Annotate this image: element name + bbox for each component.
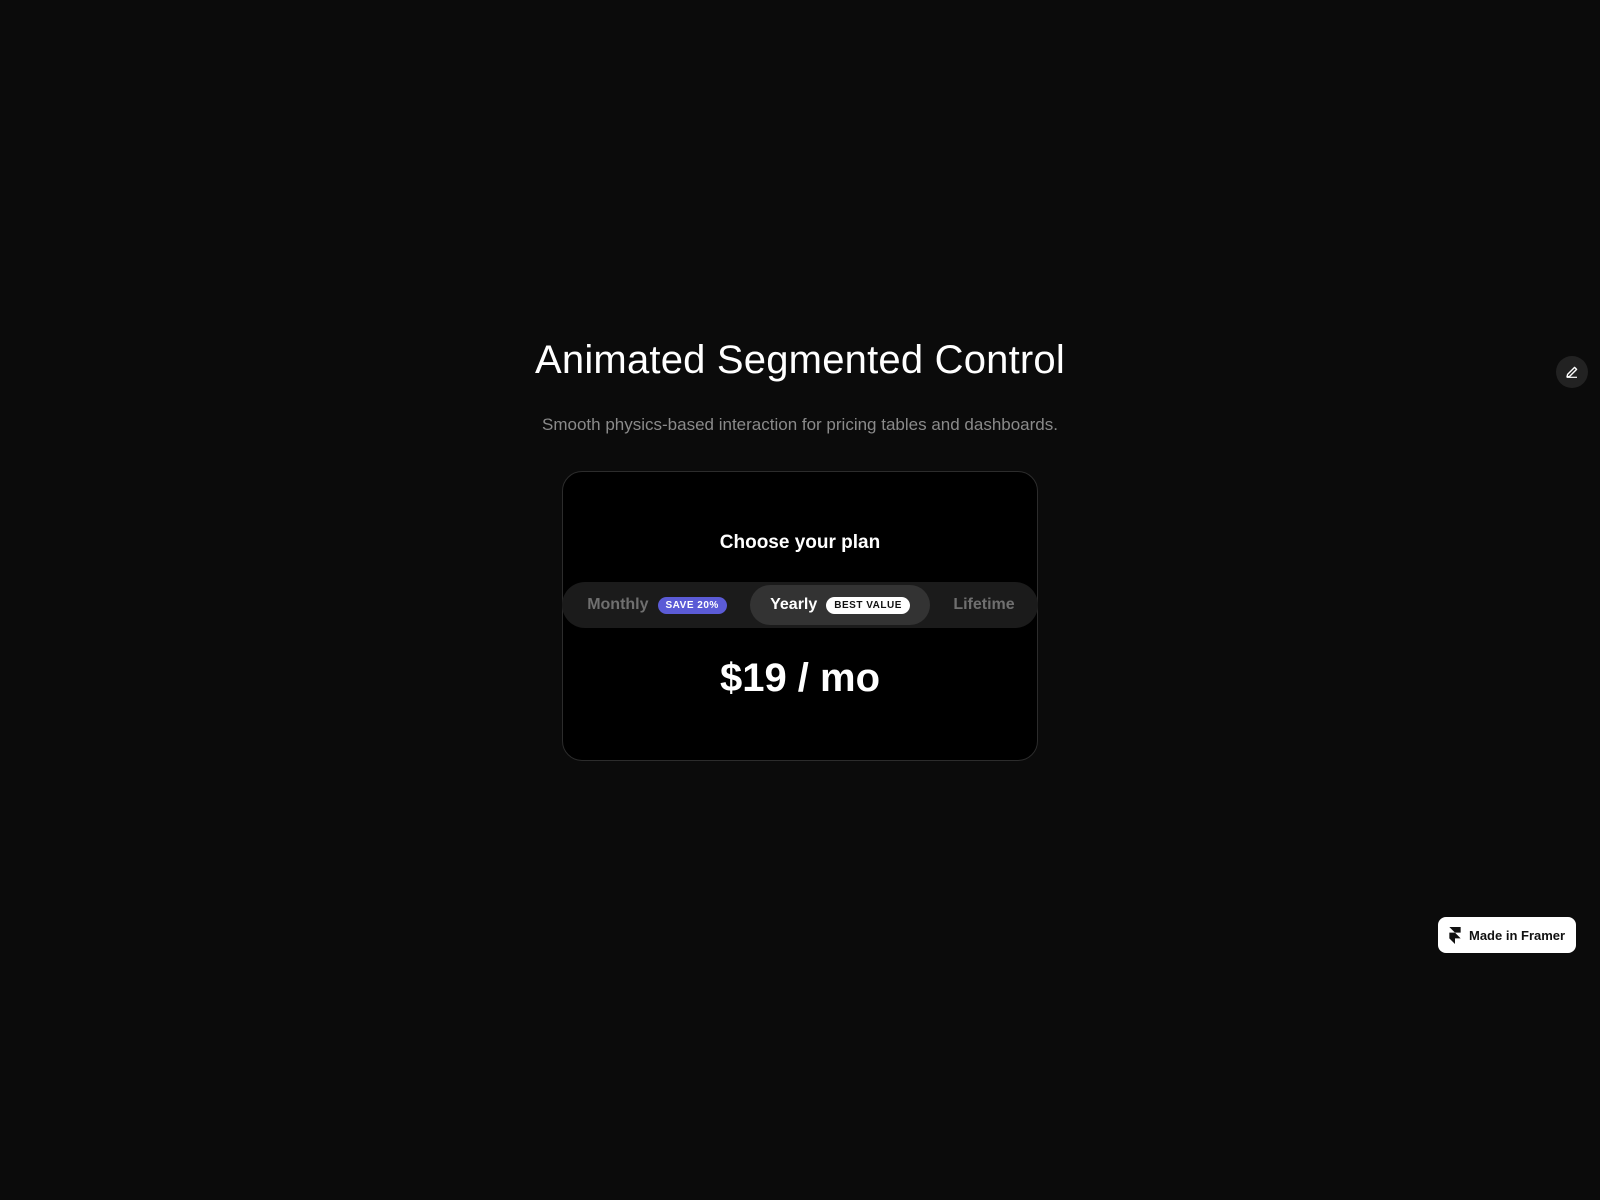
made-in-framer-badge[interactable]: Made in Framer xyxy=(1438,917,1576,953)
card-title: Choose your plan xyxy=(719,532,881,553)
segment-yearly-label: Yearly xyxy=(770,596,818,613)
price-display: $19 / mo xyxy=(719,656,881,700)
made-in-framer-label: Made in Framer xyxy=(1469,927,1566,943)
framer-logo-icon xyxy=(1449,926,1461,944)
segment-monthly[interactable]: Monthly SAVE 20% xyxy=(570,585,744,625)
page: Animated Segmented Control Smooth physic… xyxy=(0,0,1600,1200)
best-value-badge: BEST VALUE xyxy=(826,596,910,614)
segment-yearly[interactable]: Yearly BEST VALUE xyxy=(750,585,930,625)
edit-button[interactable] xyxy=(1556,356,1588,388)
page-subtitle: Smooth physics-based interaction for pri… xyxy=(542,415,1058,434)
segment-lifetime[interactable]: Lifetime xyxy=(938,585,1030,625)
segment-lifetime-label: Lifetime xyxy=(953,596,1015,613)
segment-monthly-label: Monthly xyxy=(587,596,649,613)
pencil-icon xyxy=(1566,366,1578,378)
save-badge: SAVE 20% xyxy=(657,596,727,614)
page-title: Animated Segmented Control xyxy=(535,338,1065,382)
segmented-control: Monthly SAVE 20% Yearly BEST VALUE Lifet… xyxy=(562,582,1038,628)
pricing-card: Choose your plan Monthly SAVE 20% Yearly… xyxy=(562,471,1038,761)
